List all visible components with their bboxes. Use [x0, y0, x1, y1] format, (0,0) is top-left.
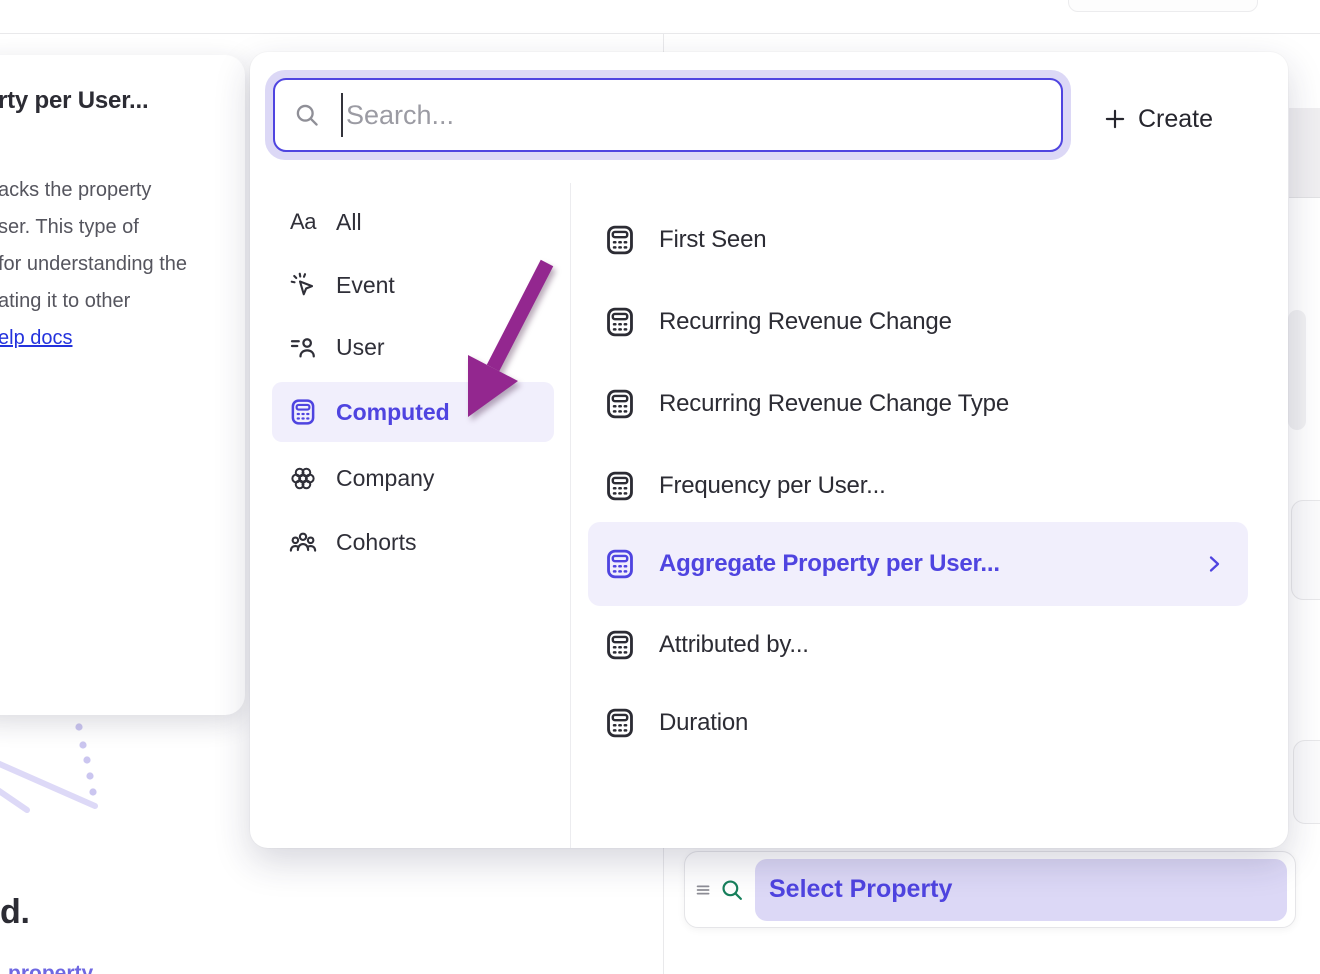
cluster-icon [288, 463, 318, 493]
property-label: First Seen [659, 226, 766, 254]
property-item-frequency-per-user[interactable]: Frequency per User... [588, 445, 1248, 527]
category-item-company[interactable]: Company [272, 451, 554, 505]
property-item-duration[interactable]: Duration [588, 682, 1248, 764]
category-label: Company [336, 465, 434, 492]
calculator-icon [603, 223, 637, 257]
popup-column-divider [570, 183, 571, 848]
category-label: User [336, 334, 385, 361]
search-icon [293, 101, 321, 129]
property-item-aggregate-property-per-user[interactable]: Aggregate Property per User... [588, 522, 1248, 606]
calculator-icon [603, 628, 637, 662]
category-item-computed[interactable]: Computed [272, 382, 554, 442]
category-label: All [336, 209, 362, 236]
property-picker-popup: Search... Create Aa All Event [250, 52, 1288, 848]
search-placeholder: Search... [346, 100, 454, 131]
background-row-fragment [1289, 108, 1320, 198]
calculator-icon [603, 706, 637, 740]
user-list-icon [288, 332, 318, 362]
plus-icon [1102, 106, 1128, 132]
decorative-lines [0, 718, 130, 818]
tooltip-title: rty per User... [0, 87, 148, 115]
category-item-cohorts[interactable]: Cohorts [272, 515, 554, 569]
text-caret [341, 93, 343, 137]
property-search-icon [719, 877, 745, 903]
create-button[interactable]: Create [1102, 96, 1213, 142]
calculator-icon [603, 305, 637, 339]
background-card-edge [1293, 740, 1320, 824]
property-item-first-seen[interactable]: First Seen [588, 199, 1248, 281]
property-item-recurring-revenue-change-type[interactable]: Recurring Revenue Change Type [588, 363, 1248, 445]
background-card-edge [1291, 500, 1320, 600]
cursor-click-icon [288, 270, 318, 300]
create-label: Create [1138, 105, 1213, 134]
category-label: Computed [336, 399, 450, 426]
background-link-fragment: property [8, 962, 93, 974]
property-label: Attributed by... [659, 631, 809, 659]
property-help-tooltip: rty per User... acks the property ser. T… [0, 55, 245, 715]
text-aa-icon: Aa [288, 207, 318, 237]
calculator-icon [603, 469, 637, 503]
select-property-label: Select Property [769, 875, 952, 904]
property-item-recurring-revenue-change[interactable]: Recurring Revenue Change [588, 281, 1248, 363]
help-docs-link[interactable]: elp docs [0, 327, 73, 350]
property-label: Frequency per User... [659, 472, 886, 500]
category-item-event[interactable]: Event [272, 258, 554, 312]
tooltip-line: acks the property [0, 172, 187, 209]
property-label: Duration [659, 709, 748, 737]
chevron-right-icon [1202, 552, 1226, 576]
search-input[interactable]: Search... [273, 78, 1063, 152]
tooltip-body: acks the property ser. This type of for … [0, 172, 187, 320]
drag-handle-icon[interactable] [693, 879, 715, 901]
background-heading-fragment: d. [0, 893, 30, 932]
tooltip-line: ser. This type of [0, 209, 187, 246]
category-item-all[interactable]: Aa All [272, 195, 554, 249]
calculator-icon [288, 397, 318, 427]
people-group-icon [288, 527, 318, 557]
category-label: Event [336, 272, 395, 299]
tooltip-line: for understanding the [0, 246, 187, 283]
property-label: Recurring Revenue Change Type [659, 390, 1009, 418]
category-item-user[interactable]: User [272, 320, 554, 374]
category-label: Cohorts [336, 529, 417, 556]
tooltip-line: ating it to other [0, 283, 187, 320]
page-divider-horizontal [0, 33, 1320, 34]
search-focus-ring: Search... [265, 70, 1071, 160]
property-bar: Select Property [684, 851, 1296, 928]
calculator-icon [603, 547, 637, 581]
property-label: Aggregate Property per User... [659, 550, 1000, 578]
background-scroll-fragment [1288, 310, 1306, 430]
property-label: Recurring Revenue Change [659, 308, 952, 336]
calculator-icon [603, 387, 637, 421]
partial-toolbar-button[interactable] [1068, 0, 1258, 12]
select-property-button[interactable]: Select Property [755, 859, 1287, 921]
property-item-attributed-by[interactable]: Attributed by... [588, 604, 1248, 686]
